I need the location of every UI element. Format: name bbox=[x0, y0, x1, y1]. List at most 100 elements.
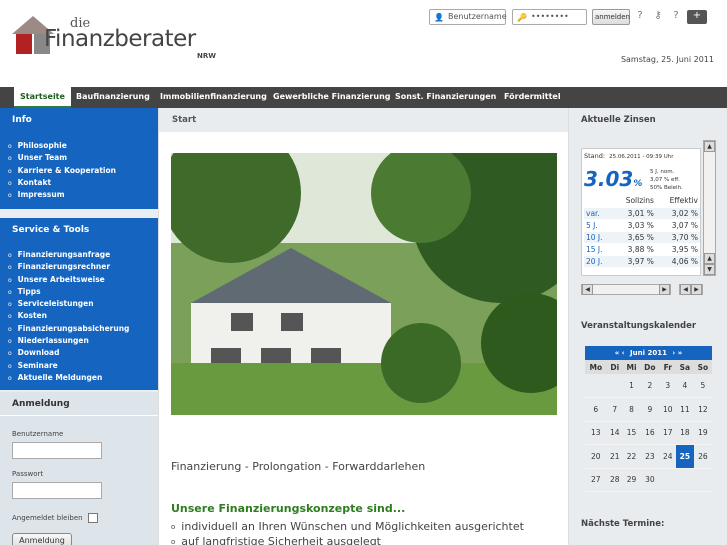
calendar-day[interactable]: 4 bbox=[675, 374, 694, 398]
calendar-day[interactable]: 24 bbox=[659, 444, 676, 469]
rates-horizontal-scrollbar-2[interactable]: ◀ ▶ bbox=[679, 284, 703, 295]
big-rate: 3.03% bbox=[584, 167, 642, 191]
help-icon[interactable]: ? bbox=[633, 10, 647, 24]
nav-gewerbliche-finanzierung[interactable]: Gewerbliche Finanzierung bbox=[267, 87, 397, 108]
calendar-next-month[interactable]: › bbox=[672, 349, 675, 357]
sidebar-item-seminare[interactable]: Seminare bbox=[8, 360, 158, 372]
nav-sonst-finanzierungen[interactable]: Sonst. Finanzierungen bbox=[389, 87, 502, 108]
nav-foerdermittel[interactable]: Fördermittel bbox=[498, 87, 567, 108]
calendar-prev-year[interactable]: « bbox=[615, 349, 620, 357]
sidebar-item-finanzierungsanfrage[interactable]: Finanzierungsanfrage bbox=[8, 249, 158, 261]
scroll-left-icon[interactable]: ◀ bbox=[680, 284, 691, 295]
calendar-day[interactable]: 27 bbox=[585, 468, 607, 492]
scroll-down-icon[interactable]: ▼ bbox=[704, 264, 715, 275]
sidebar-item-absicherung[interactable]: Finanzierungsabsicherung bbox=[8, 323, 158, 335]
register-icon[interactable]: + bbox=[687, 10, 707, 24]
remember-checkbox[interactable] bbox=[88, 513, 98, 523]
concept-headline: Unsere Finanzierungskonzepte sind... bbox=[171, 502, 406, 515]
sidebar-item-philosophie[interactable]: Philosophie bbox=[8, 140, 158, 152]
user-help-icon[interactable]: ? bbox=[669, 10, 683, 24]
stand-value: 25.06.2011 - 09:39 Uhr bbox=[609, 154, 674, 160]
calendar-day[interactable]: 5 bbox=[693, 374, 712, 398]
nav-startseite[interactable]: Startseite bbox=[14, 87, 71, 108]
calendar-day[interactable]: 18 bbox=[675, 421, 694, 445]
calendar-day[interactable]: 8 bbox=[622, 397, 641, 422]
nav-immobilienfinanzierung[interactable]: Immobilienfinanzierung bbox=[154, 87, 273, 108]
scroll-right-icon[interactable]: ▶ bbox=[659, 284, 670, 295]
calendar-grid: Mo Di Mi Do Fr Sa So 12345 6 7 8 9 10 11 12 13… bbox=[585, 360, 712, 492]
sidebar-item-serviceleistungen[interactable]: Serviceleistungen bbox=[8, 298, 158, 310]
rates-col-term bbox=[584, 195, 612, 207]
calendar-day[interactable]: 13 bbox=[585, 421, 607, 445]
header-password-input[interactable]: 🔑 •••••••• bbox=[512, 9, 587, 25]
calendar-day[interactable]: 22 bbox=[622, 444, 641, 469]
house-photo-image bbox=[171, 153, 557, 415]
sidebar-item-tipps[interactable]: Tipps bbox=[8, 286, 158, 298]
calendar-day[interactable]: 30 bbox=[640, 468, 660, 492]
password-field[interactable] bbox=[12, 482, 102, 499]
sidebar-item-impressum[interactable]: Impressum bbox=[8, 189, 158, 201]
scroll-up-icon[interactable]: ▲ bbox=[704, 253, 715, 264]
username-label: Benutzername bbox=[12, 430, 64, 438]
calendar-day[interactable]: 19 bbox=[693, 421, 712, 445]
calendar-day[interactable]: 14 bbox=[606, 421, 623, 445]
calendar-day[interactable]: 9 bbox=[640, 397, 660, 422]
concept-bullet: individuell an Ihren Wünschen und Möglic… bbox=[171, 520, 524, 533]
sidebar-item-kontakt[interactable]: Kontakt bbox=[8, 177, 158, 189]
calendar-day[interactable]: 20 bbox=[585, 444, 607, 469]
rates-vertical-scrollbar[interactable]: ▲ ▲ ▼ bbox=[703, 140, 716, 276]
service-list: Finanzierungsanfrage Finanzierungsrechne… bbox=[0, 242, 158, 390]
calendar-day[interactable]: 29 bbox=[622, 468, 641, 492]
calendar-day[interactable]: 6 bbox=[585, 397, 607, 422]
nav-baufinanzierung[interactable]: Baufinanzierung bbox=[70, 87, 156, 108]
login-title: Anmeldung bbox=[0, 392, 158, 416]
calendar-day[interactable]: 10 bbox=[659, 397, 676, 422]
logo-region: NRW bbox=[197, 52, 216, 60]
big-rate-value: 3.03 bbox=[584, 167, 634, 191]
left-sidebar: Info Philosophie Unser Team Karriere & K… bbox=[0, 108, 158, 545]
calendar-prev-month[interactable]: ‹ bbox=[622, 349, 625, 357]
sidebar-item-karriere[interactable]: Karriere & Kooperation bbox=[8, 165, 158, 177]
calendar-day[interactable]: 28 bbox=[606, 468, 623, 492]
rate-eff: 3,95 % bbox=[655, 242, 700, 255]
calendar-day[interactable]: 21 bbox=[606, 444, 623, 469]
calendar-month: Juni 2011 bbox=[630, 349, 667, 357]
sidebar-item-kosten[interactable]: Kosten bbox=[8, 310, 158, 322]
login-submit-button[interactable]: Anmeldung bbox=[12, 533, 72, 545]
calendar-day[interactable]: 23 bbox=[640, 444, 660, 469]
calendar-day[interactable]: 15 bbox=[622, 421, 641, 445]
logo[interactable]: die Finanzberater NRW bbox=[12, 16, 232, 62]
calendar-day[interactable]: 26 bbox=[693, 444, 712, 469]
calendar-day-today[interactable]: 25 bbox=[675, 444, 694, 469]
header-login-button[interactable]: anmelden bbox=[592, 9, 630, 25]
username-field[interactable] bbox=[12, 442, 102, 459]
sidebar-item-niederlassungen[interactable]: Niederlassungen bbox=[8, 335, 158, 347]
calendar-day[interactable]: 7 bbox=[606, 397, 623, 422]
rates-horizontal-scrollbar[interactable]: ◀ ▶ bbox=[581, 284, 671, 295]
sidebar-item-arbeitsweise[interactable]: Unsere Arbeitsweise bbox=[8, 274, 158, 286]
header-username-input[interactable]: 👤 Benutzername bbox=[429, 9, 507, 25]
calendar-day[interactable]: 2 bbox=[640, 374, 660, 398]
rate-term: 20 J. bbox=[584, 254, 612, 267]
calendar-next-year[interactable]: » bbox=[678, 349, 683, 357]
calendar-day bbox=[675, 468, 694, 492]
calendar-day[interactable]: 12 bbox=[693, 397, 712, 422]
calendar-day[interactable]: 11 bbox=[675, 397, 694, 422]
calendar-day bbox=[606, 374, 623, 398]
sidebar-item-unser-team[interactable]: Unser Team bbox=[8, 152, 158, 164]
calendar-day[interactable]: 16 bbox=[640, 421, 660, 445]
calendar-day[interactable]: 3 bbox=[659, 374, 676, 398]
header-username-placeholder: Benutzername bbox=[448, 12, 507, 21]
scroll-left-icon[interactable]: ◀ bbox=[582, 284, 593, 295]
rates-frame: Stand: 25.06.2011 - 09:39 Uhr 3.03% 5 J.… bbox=[581, 148, 701, 276]
sidebar-item-finanzierungsrechner[interactable]: Finanzierungsrechner bbox=[8, 261, 158, 273]
calendar-day[interactable]: 17 bbox=[659, 421, 676, 445]
sidebar-item-meldungen[interactable]: Aktuelle Meldungen bbox=[8, 372, 158, 384]
right-sidebar: Aktuelle Zinsen Stand: 25.06.2011 - 09:3… bbox=[568, 108, 727, 545]
calendar-day[interactable]: 1 bbox=[622, 374, 641, 398]
scroll-up-icon[interactable]: ▲ bbox=[704, 141, 715, 152]
key-help-icon[interactable]: ⚷ bbox=[651, 10, 665, 24]
scroll-right-icon[interactable]: ▶ bbox=[691, 284, 702, 295]
sidebar-item-download[interactable]: Download bbox=[8, 347, 158, 359]
weekday: Do bbox=[640, 360, 660, 374]
